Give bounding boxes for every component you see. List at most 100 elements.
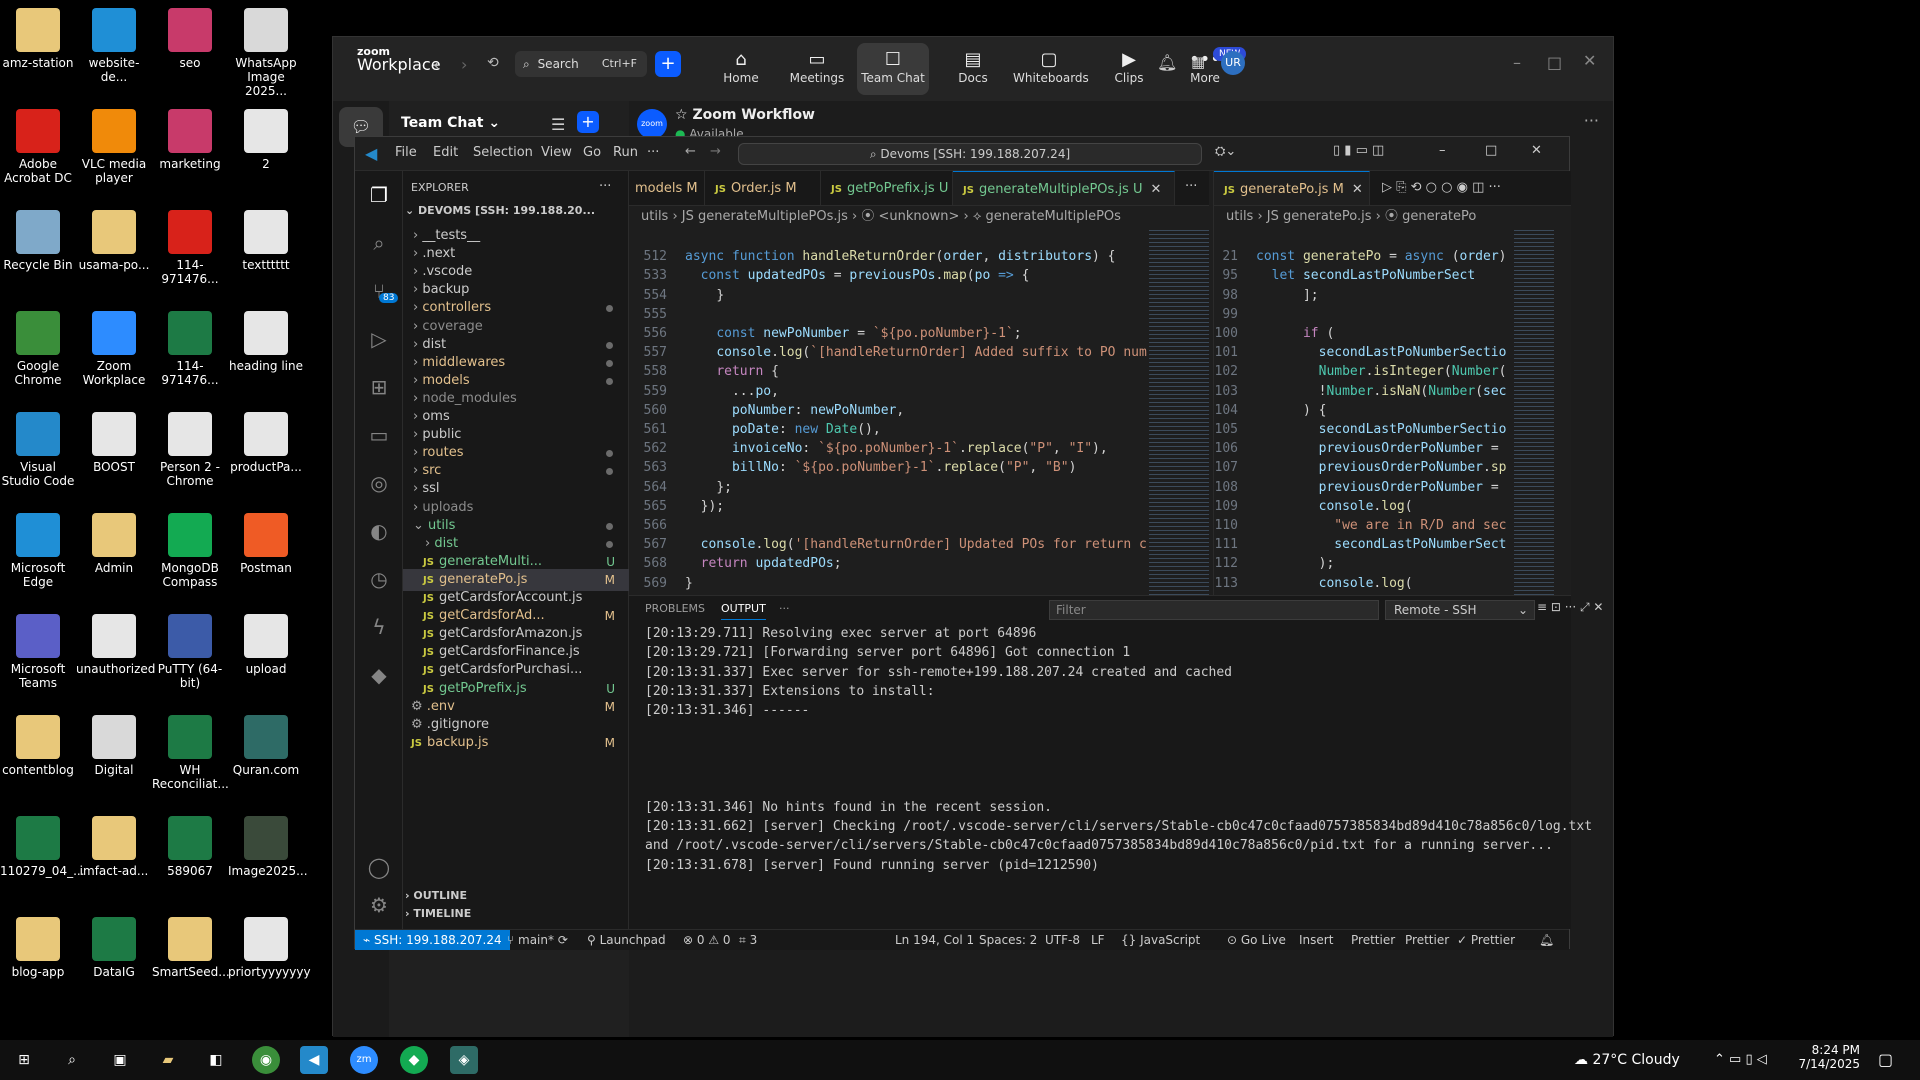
store-icon[interactable]: ◧: [202, 1046, 230, 1074]
task-view-icon[interactable]: ▣: [106, 1046, 134, 1074]
cursor-position[interactable]: Ln 194, Col 1: [895, 930, 974, 950]
desktop-icon[interactable]: Admin: [76, 507, 152, 575]
nav-whiteboards[interactable]: ▢ Whiteboards: [1013, 49, 1089, 85]
desktop-icon[interactable]: contentblog: [0, 709, 76, 777]
search-icon[interactable]: ⌕: [58, 1046, 86, 1074]
close-icon[interactable]: ✕: [1531, 143, 1542, 158]
desktop-icon[interactable]: WhatsApp Image 2025...: [228, 2, 304, 98]
editor-left[interactable]: models M JS Order.js M JS getPoPrefix.js U JS…: [629, 171, 1209, 629]
desktop-icon[interactable]: Microsoft Teams: [0, 608, 76, 690]
run-debug-icon[interactable]: ▷: [365, 325, 393, 353]
editor-tab[interactable]: models M: [629, 171, 705, 205]
layout-icons[interactable]: ▯ ▮ ▭ ◫: [1333, 143, 1384, 158]
remote-explorer-icon[interactable]: ▭: [365, 421, 393, 449]
desktop-icon[interactable]: Zoom Workplace: [76, 305, 152, 387]
desktop-icon[interactable]: PuTTY (64-bit): [152, 608, 228, 690]
editor-tab[interactable]: JS generatePo.js M ✕: [1214, 171, 1370, 205]
forward-arrow-icon[interactable]: ›: [461, 55, 467, 74]
desktop-icon[interactable]: Person 2 - Chrome: [152, 406, 228, 488]
close-icon[interactable]: ✕: [1150, 182, 1161, 197]
branch-indicator[interactable]: ⑂ main* ⟳: [507, 930, 568, 950]
nav-forward-icon[interactable]: →: [710, 144, 721, 159]
desktop-icon[interactable]: textttttt: [228, 204, 304, 272]
desktop-icon[interactable]: Microsoft Edge: [0, 507, 76, 589]
desktop-icon[interactable]: Postman: [228, 507, 304, 575]
desktop-icon[interactable]: Recycle Bin: [0, 204, 76, 272]
indentation[interactable]: Spaces: 2: [979, 930, 1037, 950]
panel-tab-more[interactable]: ···: [779, 602, 790, 615]
timeline-icon[interactable]: ◷: [365, 565, 393, 593]
chrome-icon[interactable]: ◉: [252, 1046, 280, 1074]
close-icon[interactable]: ✕: [1352, 182, 1363, 197]
nav-home[interactable]: ⌂ Home: [705, 49, 777, 85]
language-mode[interactable]: {} JavaScript: [1121, 930, 1200, 950]
prettier-2[interactable]: Prettier: [1405, 930, 1449, 950]
explorer-item[interactable]: JS backup.js M: [403, 732, 629, 754]
minimize-icon[interactable]: –: [1513, 53, 1521, 72]
filter-icon[interactable]: ☰: [551, 115, 565, 134]
explorer-more-icon[interactable]: ···: [599, 179, 611, 194]
desktop-icon[interactable]: priortyyyyyyy: [228, 911, 311, 979]
desktop-icon[interactable]: Quran.com: [228, 709, 304, 777]
timeline-section[interactable]: › TIMELINE: [405, 907, 471, 920]
panel-actions-icons[interactable]: ≡ ⊡ ··· ⤢ ✕: [1537, 600, 1603, 615]
desktop-icon[interactable]: 2: [228, 103, 304, 171]
desktop-icon[interactable]: upload: [228, 608, 304, 676]
back-arrow-icon[interactable]: ‹: [433, 55, 439, 74]
desktop-icon[interactable]: Adobe Acrobat DC: [0, 103, 76, 185]
menu-edit[interactable]: Edit: [433, 145, 458, 160]
mongodb-taskbar-icon[interactable]: ◆: [400, 1046, 428, 1074]
more-icon[interactable]: ···: [1584, 111, 1599, 130]
desktop-icon[interactable]: blog-app: [0, 911, 76, 979]
editor-tab[interactable]: JS Order.js M: [705, 171, 821, 205]
close-icon[interactable]: ✕: [1583, 51, 1596, 70]
calendar-icon[interactable]: ▦: [1191, 53, 1205, 71]
desktop-icon[interactable]: 110279_04_...: [0, 810, 85, 878]
command-center[interactable]: ⌕ Devoms [SSH: 199.188.207.24]: [738, 143, 1202, 165]
go-live[interactable]: ⊙ Go Live: [1227, 930, 1286, 950]
python-icon[interactable]: ◆: [365, 661, 393, 689]
star-icon[interactable]: ☆: [675, 107, 692, 123]
desktop-icon[interactable]: 114-971476...: [152, 204, 228, 286]
insert-mode[interactable]: Insert: [1299, 930, 1333, 950]
desktop-icon[interactable]: heading line: [228, 305, 304, 373]
explorer-root[interactable]: ⌄ DEVOMS [SSH: 199.188.20...: [405, 204, 595, 217]
panel-tab-output[interactable]: OUTPUT: [721, 602, 766, 620]
desktop-icon[interactable]: website-de...: [76, 2, 152, 84]
avatar[interactable]: UR: [1221, 51, 1245, 75]
editor-right[interactable]: JS generatePo.js M ✕ ▷ ⎘ ⟲ ○ ○ ◉ ◫ ··· uti…: [1213, 171, 1571, 648]
nav-back-icon[interactable]: ←: [685, 144, 696, 159]
encoding[interactable]: UTF-8: [1045, 930, 1080, 950]
launchpad-indicator[interactable]: ⚲ Launchpad: [587, 930, 666, 950]
desktop-icon[interactable]: Image2025...: [228, 810, 308, 878]
file-explorer-icon[interactable]: ▰: [154, 1046, 182, 1074]
editor-actions-icons[interactable]: ▷ ⎘ ⟲ ○ ○ ◉ ◫ ···: [1382, 180, 1501, 195]
remote-indicator[interactable]: ⌁ SSH: 199.188.207.24: [355, 930, 510, 950]
desktop-icon[interactable]: Digital: [76, 709, 152, 777]
desktop-icon[interactable]: productPa...: [228, 406, 304, 474]
desktop-icon[interactable]: amz-station: [0, 2, 76, 70]
menu-file[interactable]: File: [395, 145, 417, 160]
maximize-icon[interactable]: □: [1485, 143, 1497, 158]
editor-tab[interactable]: JS generateMultiplePOs.js U ✕: [953, 171, 1175, 205]
minimap-right[interactable]: [1514, 228, 1554, 595]
breadcrumb[interactable]: utils › JS generateMultiplePOs.js › ⦿ <u…: [629, 206, 1209, 228]
thunder-icon[interactable]: ϟ: [365, 613, 393, 641]
ports-indicator[interactable]: ⌗ 3: [739, 930, 757, 950]
gitlens-icon[interactable]: ◐: [365, 517, 393, 545]
weather-widget[interactable]: ☁ 27°C Cloudy: [1574, 1052, 1680, 1068]
desktop-icon[interactable]: WH Reconciliat...: [152, 709, 229, 791]
nav-meetings[interactable]: ▭ Meetings: [781, 49, 853, 85]
bell-icon[interactable]: 🔔︎: [1157, 53, 1177, 72]
account-icon[interactable]: ◯: [365, 853, 393, 881]
desktop-icon[interactable]: unauthorized: [76, 608, 155, 676]
menu-run[interactable]: Run: [613, 145, 638, 160]
history-icon[interactable]: ⟲: [487, 55, 499, 71]
menu-go[interactable]: Go: [583, 145, 601, 160]
copilot-icon[interactable]: ⛭⌄: [1215, 144, 1236, 159]
desktop-icon[interactable]: imfact-ad...: [76, 810, 152, 878]
desktop-icon[interactable]: seo: [152, 2, 228, 70]
desktop-icon[interactable]: usama-po...: [76, 204, 152, 272]
clock[interactable]: 8:24 PM 7/14/2025: [1790, 1043, 1860, 1071]
windows-start-icon[interactable]: ⊞: [10, 1046, 38, 1074]
